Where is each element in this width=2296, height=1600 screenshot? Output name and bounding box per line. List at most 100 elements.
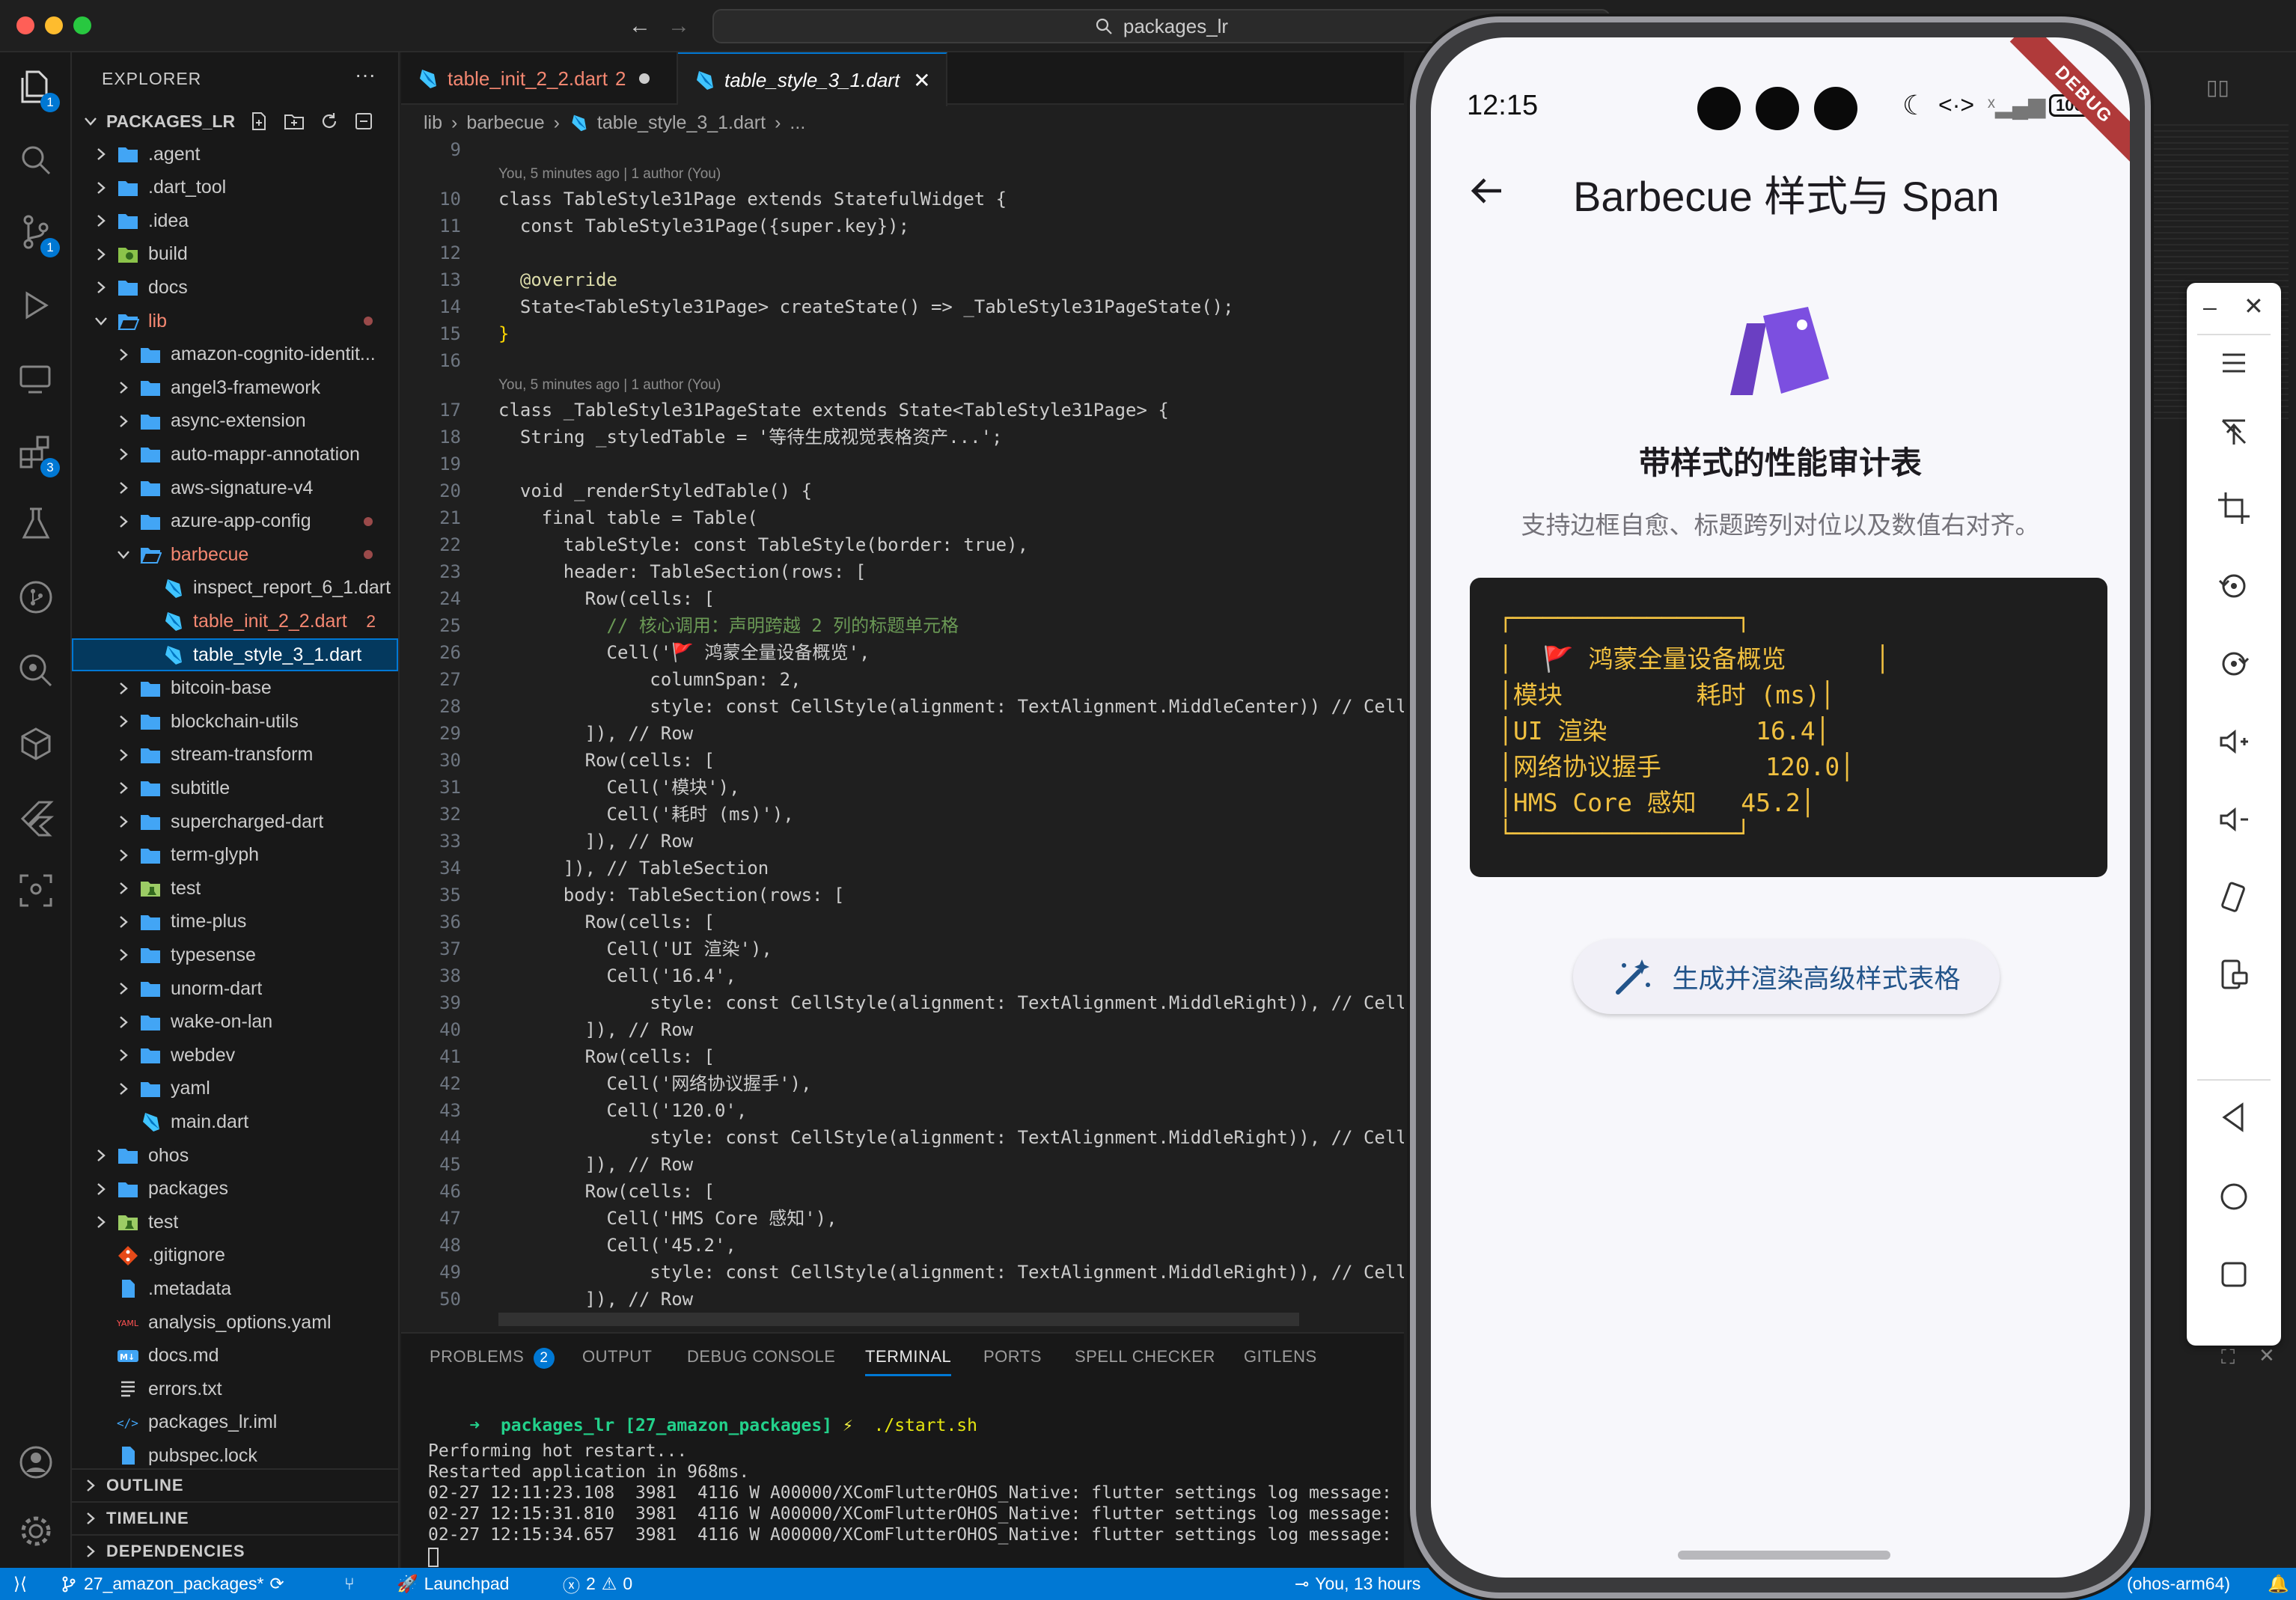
menu-icon[interactable]: [2215, 344, 2253, 382]
tree-folder[interactable]: azure-app-config: [72, 505, 398, 538]
workspace-root[interactable]: PACKAGES_LR: [72, 105, 398, 138]
tree-folder[interactable]: unorm-dart: [72, 972, 398, 1005]
panel-tab-output[interactable]: OUTPUT: [582, 1347, 652, 1367]
back-arrow-icon[interactable]: [1467, 171, 1507, 211]
maximize-panel-icon[interactable]: ⛶: [2221, 1346, 2235, 1370]
tab-close-icon[interactable]: ✕: [913, 68, 930, 93]
breadcrumb-symbol[interactable]: ...: [790, 112, 805, 134]
tree-folder[interactable]: blockchain-utils: [72, 705, 398, 738]
close-emulator-icon[interactable]: ✕: [2244, 292, 2264, 320]
breadcrumb-barbecue[interactable]: barbecue: [466, 112, 544, 134]
tree-folder[interactable]: aws-signature-v4: [72, 471, 398, 504]
tree-folder[interactable]: typesense: [72, 938, 398, 971]
remote-indicator-icon[interactable]: ⟩⟨: [13, 1568, 27, 1600]
panel-tab-ports[interactable]: PORTS: [983, 1347, 1042, 1367]
panel-tab-terminal[interactable]: TERMINAL: [865, 1347, 952, 1376]
tree-file[interactable]: errors.txt: [72, 1372, 398, 1405]
panel-tab-spell-checker[interactable]: SPELL CHECKER: [1075, 1347, 1215, 1367]
extensions-icon[interactable]: 3: [16, 433, 60, 477]
flutter-icon[interactable]: [16, 798, 55, 837]
volume-down-icon[interactable]: [2215, 801, 2253, 838]
search-activity-icon[interactable]: [16, 141, 55, 180]
tree-folder[interactable]: time-plus: [72, 906, 398, 938]
tree-folder[interactable]: stream-transform: [72, 739, 398, 772]
breadcrumb-file[interactable]: table_style_3_1.dart: [597, 112, 766, 134]
tree-folder[interactable]: test: [72, 872, 398, 905]
branch-status[interactable]: 27_amazon_packages* ⟳: [60, 1568, 284, 1600]
tree-folder[interactable]: webdev: [72, 1039, 398, 1072]
tree-folder[interactable]: .dart_tool: [72, 171, 398, 204]
source-control-icon[interactable]: 1: [16, 213, 60, 257]
tree-file[interactable]: table_style_3_1.dart: [72, 638, 398, 671]
crop-icon[interactable]: [2215, 489, 2253, 527]
tree-file[interactable]: inspect_report_6_1.dart: [72, 572, 398, 605]
tree-folder[interactable]: supercharged-dart: [72, 805, 398, 838]
nav-home-icon[interactable]: [2215, 1178, 2253, 1215]
testing-icon[interactable]: [16, 504, 55, 543]
new-folder-icon[interactable]: [283, 111, 305, 132]
tree-folder[interactable]: .idea: [72, 204, 398, 237]
tree-folder[interactable]: term-glyph: [72, 839, 398, 872]
tree-folder[interactable]: wake-on-lan: [72, 1006, 398, 1039]
problems-status[interactable]: ⓧ 2 ⚠ 0: [563, 1568, 632, 1600]
tree-file[interactable]: table_init_2_2.dart 2: [72, 605, 398, 638]
remote-explorer-icon[interactable]: [16, 359, 55, 398]
codelens-blame[interactable]: You, 5 minutes ago | 1 author (You): [498, 374, 721, 397]
new-file-icon[interactable]: [248, 111, 269, 132]
tree-folder[interactable]: lib: [72, 305, 398, 338]
close-panel-icon[interactable]: ✕: [2259, 1344, 2275, 1367]
tree-file[interactable]: main.dart: [72, 1105, 398, 1138]
panel-tab-gitlens[interactable]: GITLENS: [1244, 1347, 1317, 1367]
tree-folder[interactable]: bitcoin-base: [72, 672, 398, 705]
rotate-left-icon[interactable]: [2215, 567, 2253, 605]
tab-table-init[interactable]: table_init_2_2.dart 2: [401, 52, 678, 105]
tree-folder[interactable]: build: [72, 238, 398, 271]
tree-folder[interactable]: packages: [72, 1173, 398, 1206]
tree-folder[interactable]: async-extension: [72, 405, 398, 438]
timeline-section[interactable]: TIMELINE: [72, 1501, 398, 1534]
tree-file[interactable]: .metadata: [72, 1272, 398, 1305]
forward-arrow-icon[interactable]: →: [668, 13, 690, 39]
git-graph-icon[interactable]: [16, 578, 55, 617]
layout-toggle-icon[interactable]: ▯▯: [2206, 75, 2229, 100]
dependencies-section[interactable]: DEPENDENCIES: [72, 1534, 398, 1567]
close-window-button[interactable]: [16, 16, 34, 34]
panel-tab-debug-console[interactable]: DEBUG CONSOLE: [687, 1347, 835, 1367]
rotate-device-icon[interactable]: [2215, 879, 2253, 916]
generate-table-button[interactable]: 生成并渲染高级样式表格: [1573, 939, 2000, 1014]
horizontal-scrollbar[interactable]: [498, 1313, 1299, 1326]
explorer-more-icon[interactable]: ···: [355, 63, 376, 87]
zoom-window-button[interactable]: [73, 16, 91, 34]
git-graph-status-icon[interactable]: ⑂: [344, 1568, 355, 1600]
notifications-bell-icon[interactable]: 🔔: [2268, 1568, 2289, 1600]
packages-cube-icon[interactable]: [16, 724, 55, 763]
tree-file[interactable]: </> packages_lr.iml: [72, 1406, 398, 1439]
tree-folder[interactable]: test: [72, 1206, 398, 1239]
tree-folder[interactable]: barbecue: [72, 538, 398, 571]
tree-file[interactable]: M↓ docs.md: [72, 1340, 398, 1372]
tree-folder[interactable]: docs: [72, 271, 398, 304]
minimize-emulator-icon[interactable]: –: [2203, 293, 2217, 321]
tree-folder[interactable]: angel3-framework: [72, 371, 398, 404]
minimize-window-button[interactable]: [45, 16, 63, 34]
nav-back-icon[interactable]: [2215, 1099, 2253, 1136]
tree-folder[interactable]: amazon-cognito-identit...: [72, 338, 398, 371]
refresh-icon[interactable]: [319, 111, 340, 132]
tab-table-style[interactable]: table_style_3_1.dart ✕: [678, 52, 947, 106]
volume-up-icon[interactable]: [2215, 723, 2253, 760]
device-platform-status[interactable]: (ohos-arm64): [2127, 1568, 2230, 1600]
breadcrumb-lib[interactable]: lib: [424, 112, 442, 134]
gitlens-inspect-icon[interactable]: [16, 651, 55, 690]
settings-gear-icon[interactable]: [16, 1512, 55, 1551]
tree-file[interactable]: pubspec.lock: [72, 1439, 398, 1472]
screenshot-scan-icon[interactable]: [16, 871, 55, 910]
explorer-activity-icon[interactable]: 1: [16, 67, 60, 112]
nav-recents-icon[interactable]: [2215, 1256, 2253, 1293]
tree-folder[interactable]: yaml: [72, 1072, 398, 1105]
home-indicator[interactable]: [1678, 1551, 1890, 1560]
tree-folder[interactable]: auto-mappr-annotation: [72, 438, 398, 471]
account-icon[interactable]: [16, 1443, 55, 1482]
launchpad-status[interactable]: 🚀 Launchpad: [397, 1568, 509, 1600]
pin-top-icon[interactable]: [2215, 413, 2253, 451]
blame-status[interactable]: ⊸ You, 13 hours: [1295, 1568, 1420, 1600]
